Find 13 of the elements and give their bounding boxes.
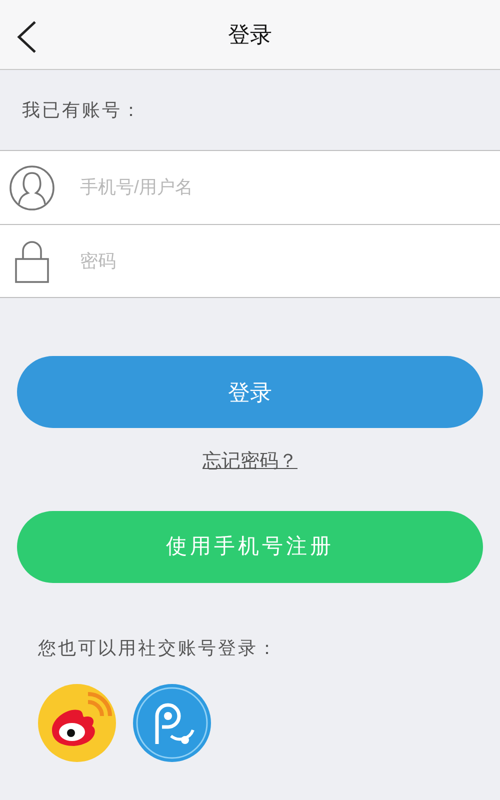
person-icon: [9, 164, 55, 210]
eye-wave-icon[interactable]: [38, 684, 116, 762]
ring-bulb-icon[interactable]: [133, 684, 211, 762]
login-button[interactable]: 登录: [17, 356, 483, 428]
password-field[interactable]: 密码: [80, 241, 500, 281]
social-login-label: 您也可以用社交账号登录：: [38, 638, 278, 658]
back-icon[interactable]: [16, 20, 38, 54]
username-field[interactable]: 手机号/用户名: [80, 168, 500, 208]
padlock-icon: [15, 239, 49, 283]
section-label: 我已有账号：: [22, 98, 142, 122]
forgot-password-link[interactable]: 忘记密码？: [202, 448, 298, 476]
register-button[interactable]: 使用手机号注册: [17, 510, 483, 582]
page-title: 登录: [228, 21, 272, 49]
